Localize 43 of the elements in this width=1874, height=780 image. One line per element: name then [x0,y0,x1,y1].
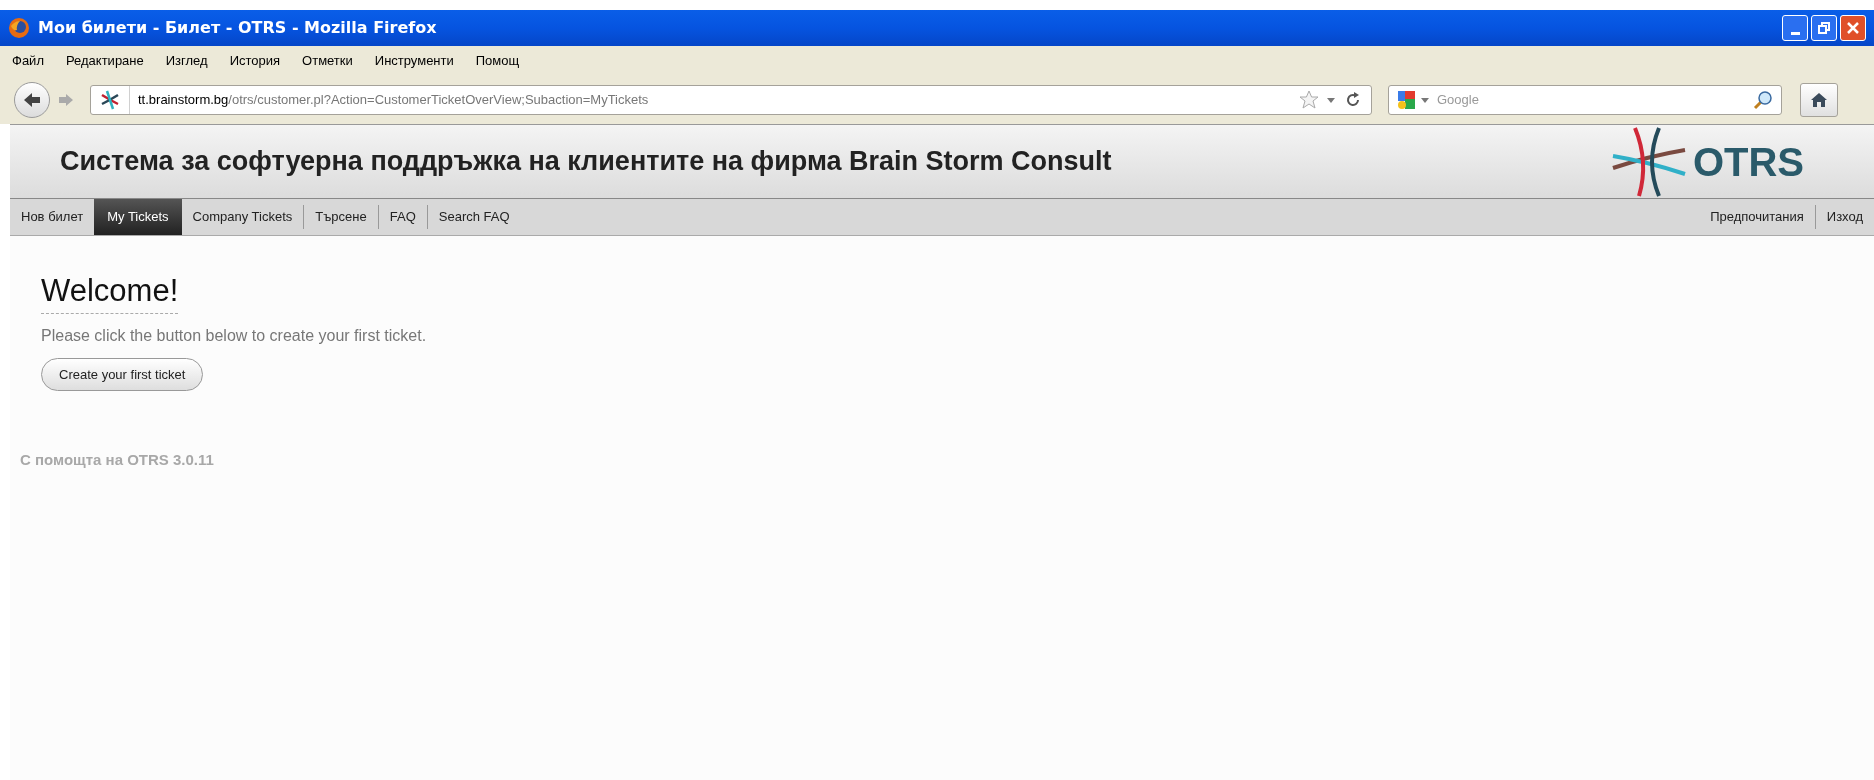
back-arrow-icon [23,92,41,108]
star-icon[interactable] [1299,90,1319,110]
nav-tab[interactable]: My Tickets [94,199,182,235]
nav-tab[interactable]: Company Tickets [181,199,304,235]
page-title: Система за софтуерна поддръжка на клиентите на фирма Brain Storm Consult [60,145,1112,179]
restore-icon [1818,22,1830,34]
close-icon [1846,21,1860,35]
create-ticket-button[interactable]: Create your first ticket [41,357,204,391]
welcome-heading: Welcome! [41,272,179,314]
nav-tab[interactable]: Търсене [304,199,378,235]
minimize-button[interactable] [1782,15,1808,41]
google-icon[interactable] [1397,90,1417,110]
back-button[interactable] [14,82,50,118]
search-bar[interactable]: Google [1388,85,1782,115]
otrs-logo: OTRS [1608,125,1804,198]
address-bar[interactable]: tt.brainstorm.bg/otrs/customer.pl?Action=CustomerTicketOverView;Subaction=MyTickets [90,85,1372,115]
footer-text: С помощта на OTRS 3.0.11 [20,449,215,470]
menu-item[interactable]: Файл [12,51,44,71]
dropdown-icon[interactable] [1421,97,1429,103]
welcome-message: Please click the button below to create your first ticket. [41,325,428,346]
menu-item[interactable]: Изглед [165,51,208,71]
menu-item[interactable]: История [229,51,281,71]
nav-tab[interactable]: Изход [1815,199,1874,235]
firefox-icon [8,17,30,39]
nav-tab[interactable]: Предпочитания [1699,199,1815,235]
menu-item[interactable]: Редактиране [65,51,144,71]
menu-item[interactable]: Отметки [302,51,353,71]
nav-tab[interactable]: Нов билет [10,199,95,235]
dropdown-icon[interactable] [1327,97,1335,103]
home-button[interactable] [1800,83,1838,117]
window-title: Мои билети - Билет - OTRS - Mozilla Firefox [38,17,437,39]
nav-tab[interactable]: FAQ [378,199,427,235]
reload-icon[interactable] [1345,92,1361,108]
site-logo-icon [99,89,121,111]
home-icon [1810,92,1828,108]
nav-tab[interactable]: Search FAQ [427,199,521,235]
search-icon[interactable] [1753,90,1773,110]
menu-item[interactable]: Помощ [475,51,520,71]
close-button[interactable] [1840,15,1866,41]
restore-button[interactable] [1811,15,1837,41]
menu-item[interactable]: Инструменти [374,51,454,71]
search-field[interactable]: Google [1437,90,1753,110]
url-text: tt.brainstorm.bg/otrs/customer.pl?Action=CustomerTicketOverView;Subaction=MyTickets [138,91,649,110]
